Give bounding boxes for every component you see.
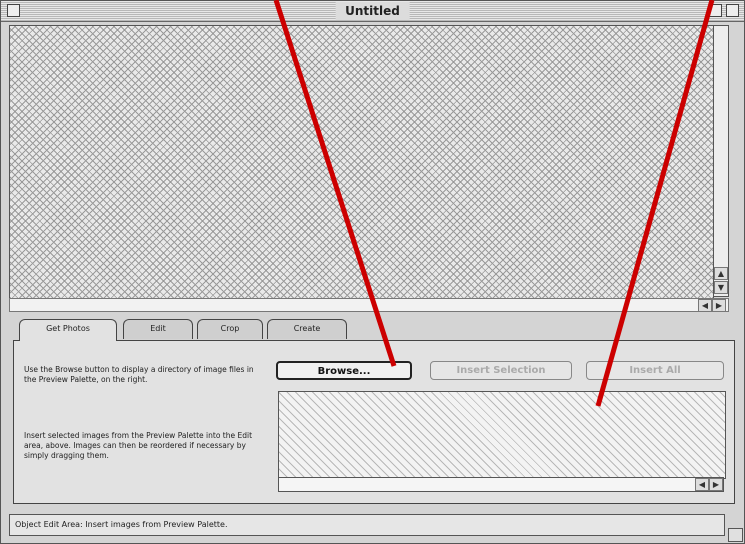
insert-all-button[interactable]: Insert All [586,361,724,380]
collapse-box-icon[interactable] [726,4,739,17]
tab-get-photos[interactable]: Get Photos [19,319,117,341]
zoom-box-icon[interactable] [709,4,722,17]
horizontal-scrollbar[interactable]: ◀ ▶ [9,298,729,312]
close-box-icon[interactable] [7,4,20,17]
insert-instructions: Insert selected images from the Preview … [24,431,253,460]
browse-button[interactable]: Browse... [276,361,412,380]
get-photos-panel: Use the Browse button to display a direc… [13,340,735,504]
scroll-left-icon[interactable]: ◀ [698,299,712,312]
preview-scroll-left-icon[interactable]: ◀ [695,478,709,491]
resize-grip-icon[interactable] [728,528,743,542]
preview-scroll-right-icon[interactable]: ▶ [709,478,723,491]
scroll-right-icon[interactable]: ▶ [712,299,726,312]
vertical-scrollbar[interactable]: ▲ ▼ [713,25,729,297]
title-bar[interactable]: Untitled [1,1,744,22]
scroll-up-icon[interactable]: ▲ [714,267,728,280]
status-bar: Object Edit Area: Insert images from Pre… [9,514,725,536]
tab-crop[interactable]: Crop [197,319,263,339]
tab-create[interactable]: Create [267,319,347,339]
application-window: Untitled ▲ ▼ ◀ ▶ Get Photos Edit Crop Cr… [0,0,745,544]
preview-palette[interactable] [278,391,726,479]
tab-edit[interactable]: Edit [123,319,193,339]
scroll-down-icon[interactable]: ▼ [714,281,728,294]
preview-horizontal-scrollbar[interactable]: ◀ ▶ [278,477,724,492]
window-title: Untitled [335,2,410,20]
insert-selection-button[interactable]: Insert Selection [430,361,572,380]
edit-area[interactable] [9,25,714,299]
browse-instructions: Use the Browse button to display a direc… [24,365,254,384]
